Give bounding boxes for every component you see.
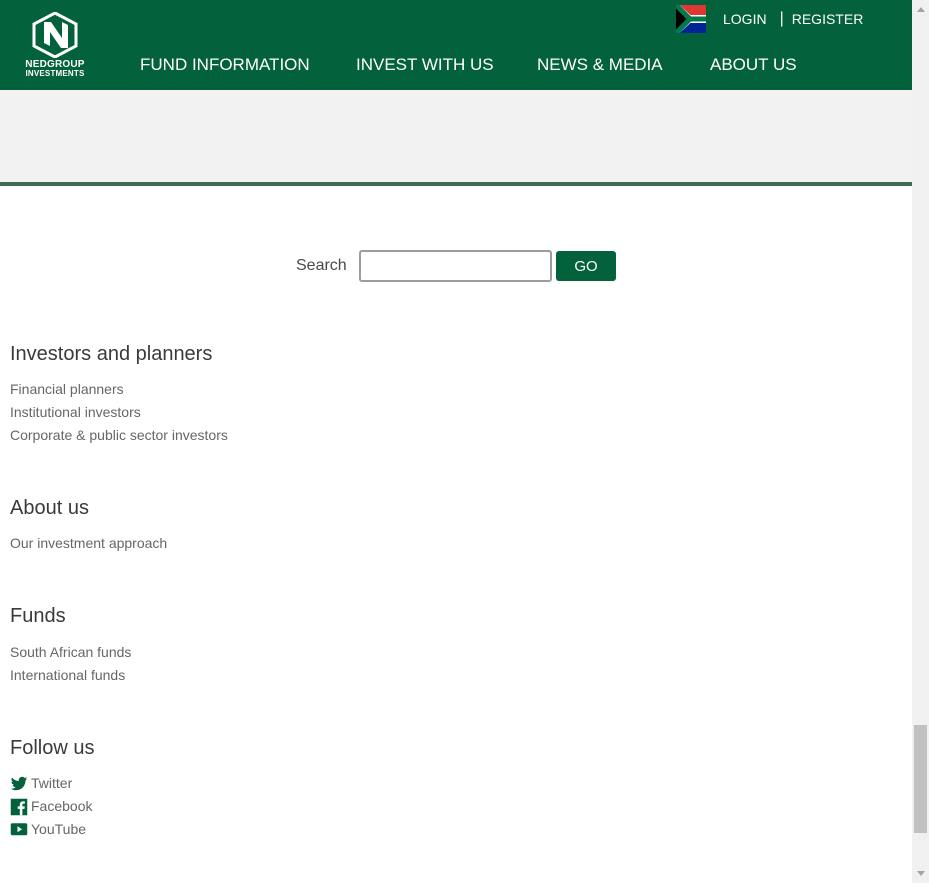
section-title: Follow us <box>10 737 95 759</box>
link-international-funds[interactable]: International funds <box>10 664 131 687</box>
site-header: NEDGROUP INVESTMENTS LOGIN | REGISTER FU… <box>0 0 912 90</box>
search-label: Search <box>296 257 347 274</box>
investors-section: Investors and planners Financial planner… <box>10 342 228 447</box>
nedgroup-logo[interactable]: NEDGROUP INVESTMENTS <box>18 12 92 80</box>
social-youtube[interactable]: YouTube <box>10 818 94 841</box>
search-input[interactable] <box>359 250 552 282</box>
about-section: About us Our investment approach <box>10 496 167 555</box>
vertical-scrollbar[interactable] <box>912 0 929 883</box>
account-links: LOGIN | REGISTER <box>723 10 863 28</box>
funds-section: Funds South African funds International … <box>10 604 131 687</box>
register-link[interactable]: REGISTER <box>792 11 864 27</box>
link-south-african-funds[interactable]: South African funds <box>10 641 131 664</box>
link-investment-approach[interactable]: Our investment approach <box>10 532 167 555</box>
banner-area <box>0 90 912 182</box>
link-financial-planners[interactable]: Financial planners <box>10 378 228 401</box>
logo-line1: NEDGROUP <box>25 59 85 70</box>
search-go-button[interactable]: GO <box>556 251 616 281</box>
nav-news-media[interactable]: NEWS & MEDIA <box>537 55 663 75</box>
nav-invest-with-us[interactable]: INVEST WITH US <box>356 55 494 75</box>
section-title: Investors and planners <box>10 343 213 365</box>
youtube-icon <box>10 822 28 835</box>
section-title: Funds <box>10 605 66 627</box>
nav-about-us[interactable]: ABOUT US <box>710 55 797 75</box>
social-twitter[interactable]: Twitter <box>10 772 94 795</box>
twitter-icon <box>10 776 28 790</box>
logo-line2: INVESTMENTS <box>25 69 85 78</box>
nav-fund-information[interactable]: FUND INFORMATION <box>140 55 310 75</box>
social-label: Facebook <box>31 798 93 814</box>
login-link[interactable]: LOGIN <box>723 11 767 27</box>
scrollbar-thumb[interactable] <box>914 725 927 833</box>
section-title: About us <box>10 497 89 519</box>
link-institutional-investors[interactable]: Institutional investors <box>10 401 228 424</box>
link-separator: | <box>779 10 784 27</box>
scroll-up-arrow-icon[interactable] <box>917 7 925 12</box>
social-facebook[interactable]: Facebook <box>10 795 94 818</box>
logo-wordmark: NEDGROUP INVESTMENTS <box>18 59 92 79</box>
social-label: YouTube <box>31 821 87 837</box>
social-label: Twitter <box>31 775 73 791</box>
nedgroup-logo-icon <box>32 12 78 58</box>
south-africa-flag-icon[interactable] <box>676 5 706 33</box>
scroll-down-arrow-icon[interactable] <box>917 871 925 876</box>
follow-section: Follow us Twitter Facebook YouTube <box>10 736 94 841</box>
link-corporate-investors[interactable]: Corporate & public sector investors <box>10 424 228 447</box>
facebook-icon <box>10 798 28 815</box>
footer-divider <box>0 182 912 186</box>
